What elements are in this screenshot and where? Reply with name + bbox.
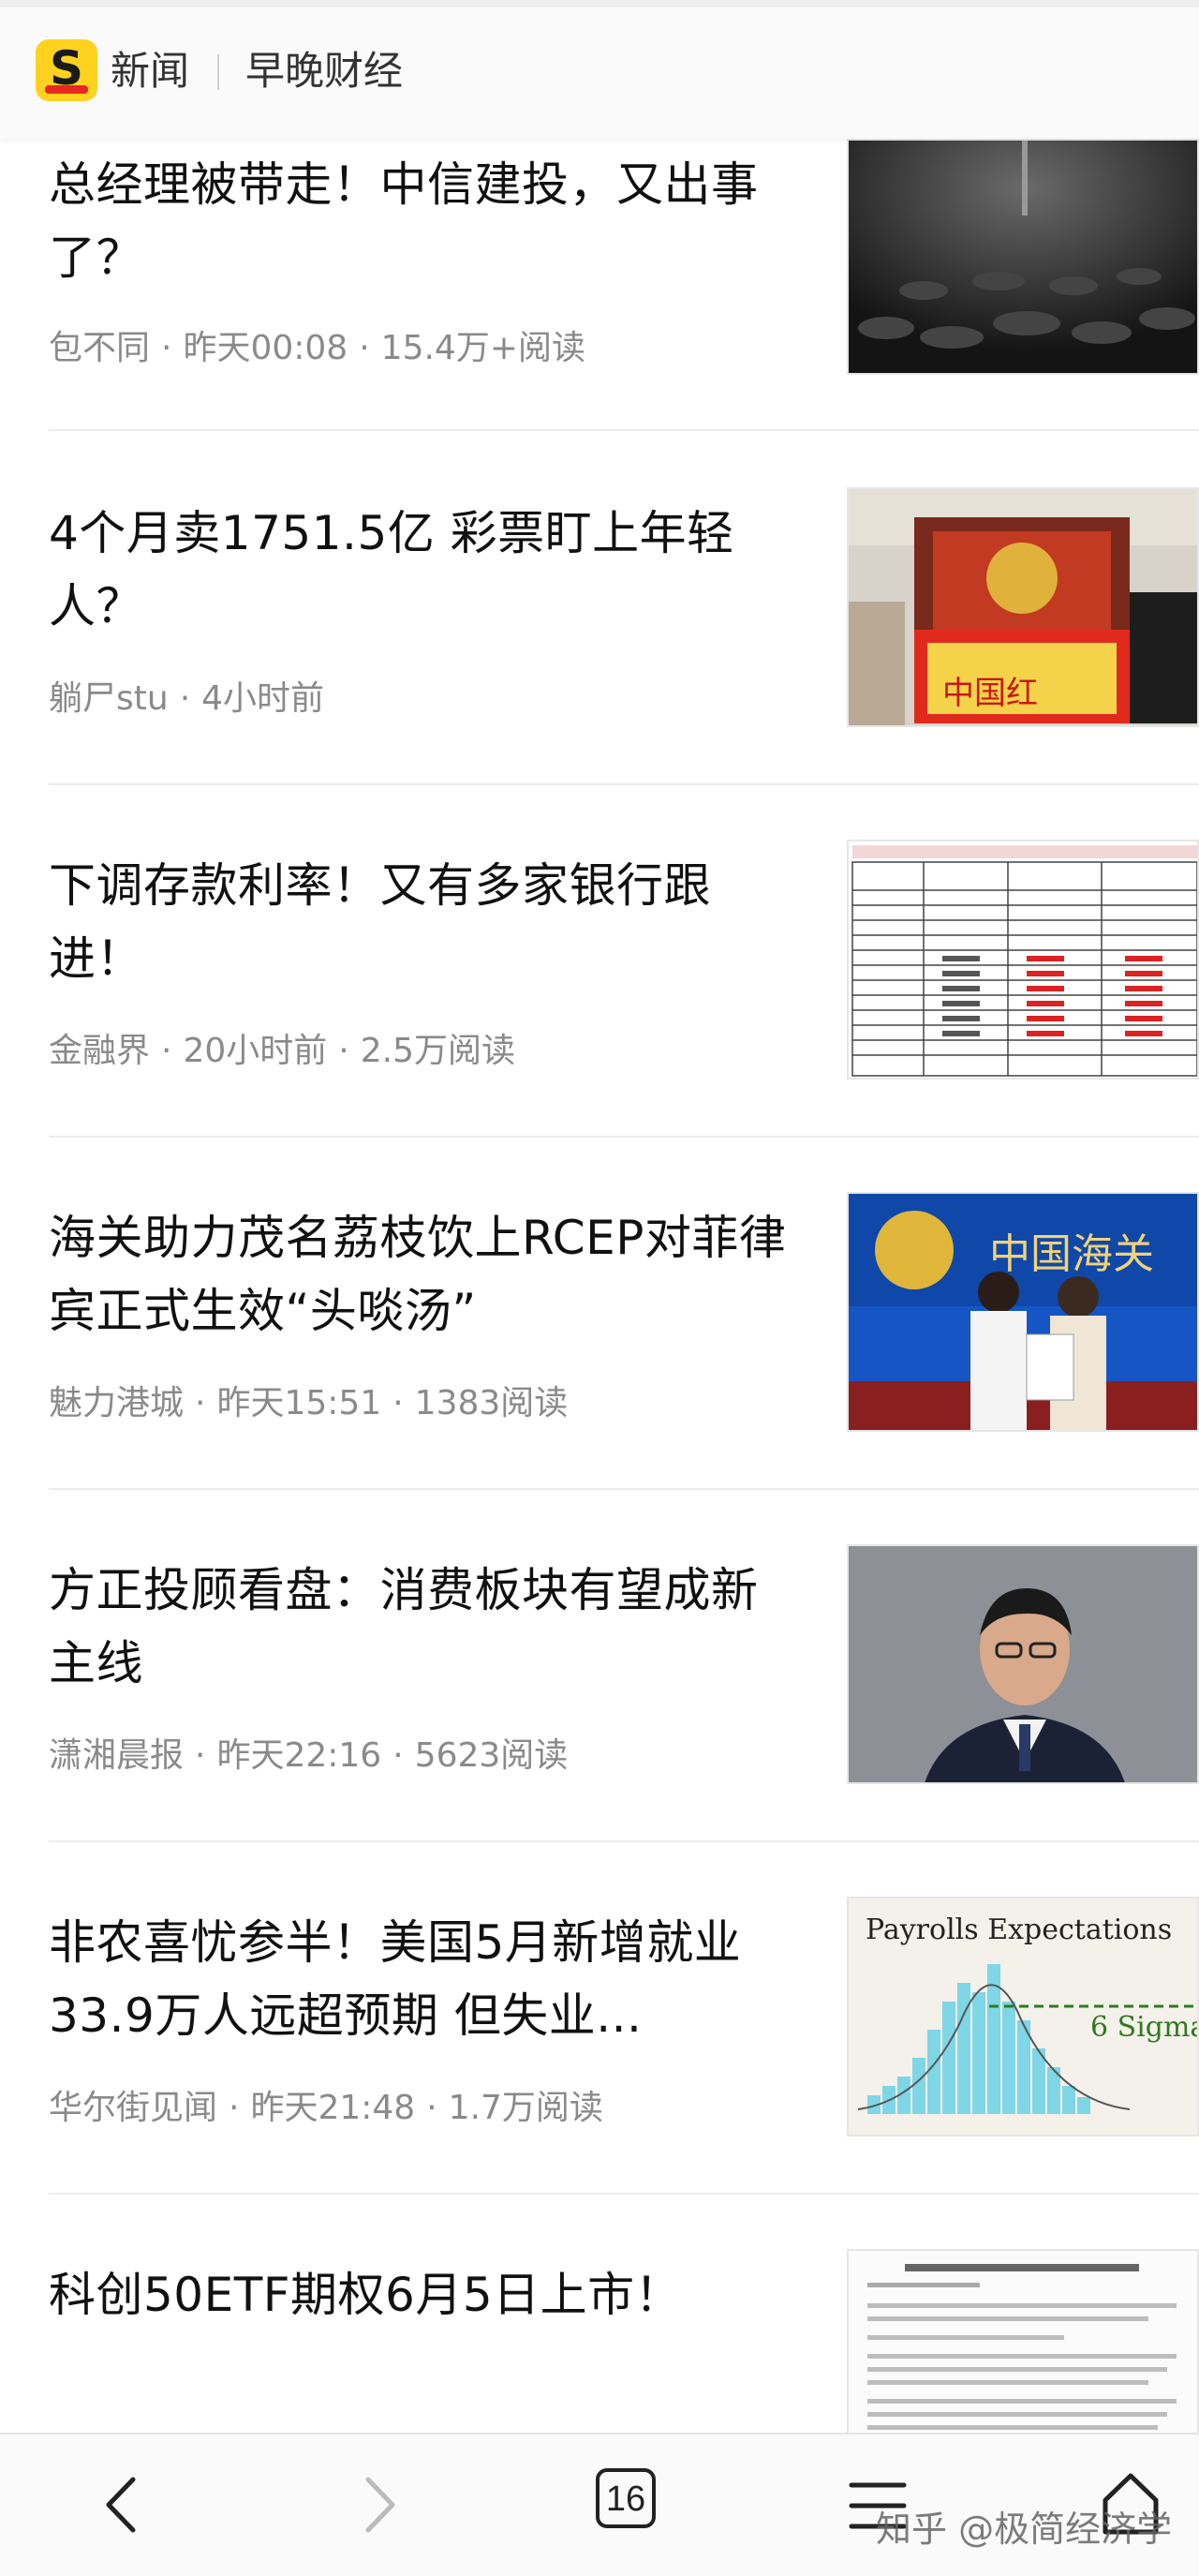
tabs-button[interactable]: 16 — [596, 2468, 656, 2528]
news-time: 20小时前 — [183, 1032, 328, 1070]
news-source: 包不同 — [49, 329, 151, 367]
news-meta: 华尔街见闻 · 昨天21:48 · 1.7万阅读 — [49, 2089, 603, 2127]
news-card[interactable]: 非农喜忧参半！美国5月新增就业33.9万人远超预期 但失业... 华尔街见闻 · 昨… — [0, 1878, 1199, 2193]
news-source: 潇湘晨报 — [49, 1736, 185, 1775]
news-meta: 潇湘晨报 · 昨天22:16 · 5623阅读 — [49, 1736, 569, 1775]
news-title[interactable]: 科创50ETF期权6月5日上市！ — [49, 2258, 789, 2331]
news-title[interactable]: 方正投顾看盘：消费板块有望成新主线 — [49, 1554, 789, 1700]
news-source: 魅力港城 — [49, 1384, 185, 1422]
chart-annotation-text: 6 Sigma — [1090, 2011, 1199, 2044]
customs-photo-icon[interactable]: 中国海关 — [847, 1192, 1199, 1432]
news-time: 4小时前 — [201, 679, 325, 718]
news-reads: 1383阅读 — [414, 1384, 569, 1422]
news-source: 躺尸stu — [49, 679, 169, 718]
news-card[interactable]: 海关助力茂名荔枝饮上RCEP对菲律宾正式生效“头啖汤” 魅力港城 · 昨天15:51… — [0, 1173, 1199, 1488]
channel-title[interactable]: 早晚财经 — [245, 45, 403, 97]
divider — [49, 783, 1199, 785]
news-meta: 躺尸stu · 4小时前 — [49, 679, 325, 718]
news-card[interactable]: 方正投顾看盘：消费板块有望成新主线 潇湘晨报 · 昨天22:16 · 5623阅读 — [0, 1526, 1199, 1840]
document-image-icon[interactable] — [847, 2249, 1199, 2451]
news-card[interactable]: 科创50ETF期权6月5日上市！ — [0, 2230, 1199, 2451]
news-time: 昨天21:48 — [250, 2089, 416, 2127]
news-card[interactable]: 4个月卖1751.5亿 彩票盯上年轻人？ 躺尸stu · 4小时前 中国红 — [0, 469, 1199, 783]
news-card[interactable]: 总经理被带走！中信建投，又出事了？ 包不同 · 昨天00:08 · 15.4万+阅读 — [0, 139, 1199, 429]
news-source: 华尔街见闻 — [49, 2089, 218, 2127]
news-card[interactable]: 下调存款利率！又有多家银行跟进！ 金融界 · 20小时前 · 2.5万阅读 — [0, 821, 1199, 1136]
news-time: 昨天22:16 — [216, 1736, 382, 1775]
lottery-brand-text: 中国红 — [942, 675, 1038, 712]
news-title[interactable]: 总经理被带走！中信建投，又出事了？ — [49, 148, 789, 294]
news-reads: 1.7万阅读 — [448, 2089, 603, 2127]
rate-table-image-icon[interactable] — [847, 840, 1199, 1080]
divider — [49, 1136, 1199, 1138]
news-reads: 2.5万阅读 — [360, 1032, 515, 1070]
forward-icon[interactable] — [351, 2472, 407, 2538]
app-name[interactable]: 新闻 — [111, 45, 189, 97]
divider — [49, 1488, 1199, 1490]
news-reads: 15.4万+阅读 — [380, 329, 585, 367]
divider — [49, 1840, 1199, 1842]
news-meta: 金融界 · 20小时前 · 2.5万阅读 — [49, 1032, 515, 1070]
news-meta: 魅力港城 · 昨天15:51 · 1383阅读 — [49, 1384, 569, 1422]
news-reads: 5623阅读 — [414, 1736, 569, 1775]
lottery-photo-icon[interactable]: 中国红 — [847, 487, 1199, 727]
divider — [49, 2193, 1199, 2195]
news-time: 昨天15:51 — [216, 1384, 382, 1422]
news-title[interactable]: 非农喜忧参半！美国5月新增就业33.9万人远超预期 但失业... — [49, 1906, 789, 2052]
news-title[interactable]: 4个月卖1751.5亿 彩票盯上年轻人？ — [49, 497, 789, 643]
tab-count: 16 — [605, 2479, 646, 2519]
news-time: 昨天00:08 — [183, 329, 348, 367]
chart-title-text: Payrolls Expectations — [866, 1913, 1173, 1946]
back-icon[interactable] — [94, 2472, 150, 2538]
news-title[interactable]: 下调存款利率！又有多家银行跟进！ — [49, 849, 789, 995]
status-strip — [0, 0, 1199, 7]
header-divider — [217, 54, 219, 90]
news-source: 金融界 — [49, 1032, 151, 1070]
portrait-photo-icon[interactable] — [847, 1544, 1199, 1784]
app-logo-icon[interactable]: S — [36, 39, 97, 101]
news-title[interactable]: 海关助力茂名荔枝饮上RCEP对菲律宾正式生效“头啖汤” — [49, 1201, 789, 1348]
dark-crowd-photo-icon[interactable] — [847, 139, 1199, 375]
customs-sign-text: 中国海关 — [989, 1230, 1154, 1278]
top-bar: S 新闻 早晚财经 — [0, 0, 1199, 139]
watermark-text: 知乎 @极简经济学 — [876, 2509, 1173, 2550]
news-meta: 包不同 · 昨天00:08 · 15.4万+阅读 — [49, 329, 585, 367]
divider — [49, 429, 1199, 431]
payrolls-chart-image-icon[interactable]: Payrolls Expectations 6 Sigma — [847, 1897, 1199, 2137]
